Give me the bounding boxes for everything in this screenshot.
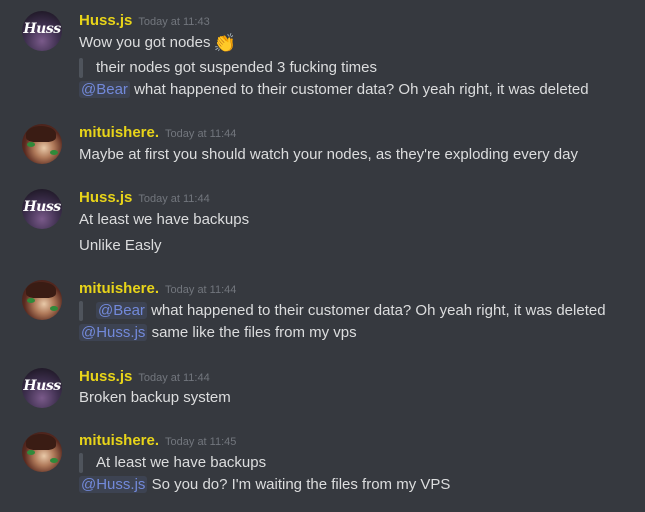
message-text: Maybe at first you should watch your nod… (79, 146, 578, 163)
avatar-leaf-shape (50, 306, 58, 311)
avatar-label: Huss (23, 378, 61, 394)
message-header: Huss.js Today at 11:44 (79, 368, 210, 386)
avatar-huss[interactable]: Huss (22, 368, 62, 408)
message-text-content: Wow you got nodes (79, 34, 211, 51)
username[interactable]: Huss.js (79, 12, 132, 29)
message-text: Wow you got nodes 👏 (79, 33, 236, 53)
avatar-mituishere[interactable] (22, 124, 62, 164)
username[interactable]: mituishere. (79, 124, 159, 141)
avatar-leaf-shape (50, 150, 58, 155)
message-header: Huss.js Today at 11:44 (79, 189, 210, 207)
quote-bar (79, 301, 83, 321)
message-header: mituishere. Today at 11:44 (79, 280, 236, 298)
avatar-huss[interactable]: Huss (22, 11, 62, 51)
mention[interactable]: @Bear (79, 81, 130, 98)
clapping-hands-emoji-icon: 👏 (213, 33, 236, 53)
message-text: Broken backup system (79, 389, 231, 406)
message-text-content: same like the files from my vps (151, 324, 357, 341)
avatar-huss[interactable]: Huss (22, 189, 62, 229)
message-text: Unlike Easly (79, 237, 162, 254)
mention[interactable]: @Bear (96, 302, 147, 319)
message-header: Huss.js Today at 11:43 (79, 12, 210, 30)
message-text-content: So you do? I'm waiting the files from my… (151, 476, 451, 493)
username[interactable]: Huss.js (79, 189, 132, 206)
avatar-mituishere[interactable] (22, 432, 62, 472)
message-text-content: what happened to their customer data? Oh… (134, 81, 589, 98)
timestamp: Today at 11:44 (138, 193, 210, 205)
message-text: At least we have backups (79, 211, 250, 228)
quote-text: their nodes got suspended 3 fucking time… (96, 59, 378, 76)
username[interactable]: Huss.js (79, 368, 132, 385)
timestamp: Today at 11:44 (165, 284, 237, 296)
quote-text: At least we have backups (96, 454, 267, 471)
avatar-label: Huss (23, 21, 61, 37)
username[interactable]: mituishere. (79, 432, 159, 449)
quote-text: @Bear what happened to their customer da… (96, 301, 606, 321)
message-text: @Huss.js So you do? I'm waiting the file… (79, 475, 450, 495)
timestamp: Today at 11:45 (165, 436, 237, 448)
mention[interactable]: @Huss.js (79, 476, 148, 493)
avatar-hair-shape (26, 126, 56, 142)
avatar-leaf-shape (27, 142, 35, 147)
message-header: mituishere. Today at 11:44 (79, 124, 236, 142)
avatar-label: Huss (23, 199, 61, 215)
avatar-leaf-shape (27, 450, 35, 455)
avatar-hair-shape (26, 434, 56, 450)
username[interactable]: mituishere. (79, 280, 159, 297)
message-text: @Huss.js same like the files from my vps (79, 323, 357, 343)
avatar-hair-shape (26, 282, 56, 298)
quote-bar (79, 453, 83, 473)
message-header: mituishere. Today at 11:45 (79, 432, 236, 450)
avatar-leaf-shape (50, 458, 58, 463)
timestamp: Today at 11:44 (138, 372, 210, 384)
avatar-leaf-shape (27, 298, 35, 303)
mention[interactable]: @Huss.js (79, 324, 148, 341)
message-text: @Bear what happened to their customer da… (79, 80, 589, 100)
quote-bar (79, 58, 83, 78)
timestamp: Today at 11:44 (165, 128, 237, 140)
timestamp: Today at 11:43 (138, 16, 210, 28)
quote-text-content: what happened to their customer data? Oh… (151, 302, 606, 319)
avatar-mituishere[interactable] (22, 280, 62, 320)
